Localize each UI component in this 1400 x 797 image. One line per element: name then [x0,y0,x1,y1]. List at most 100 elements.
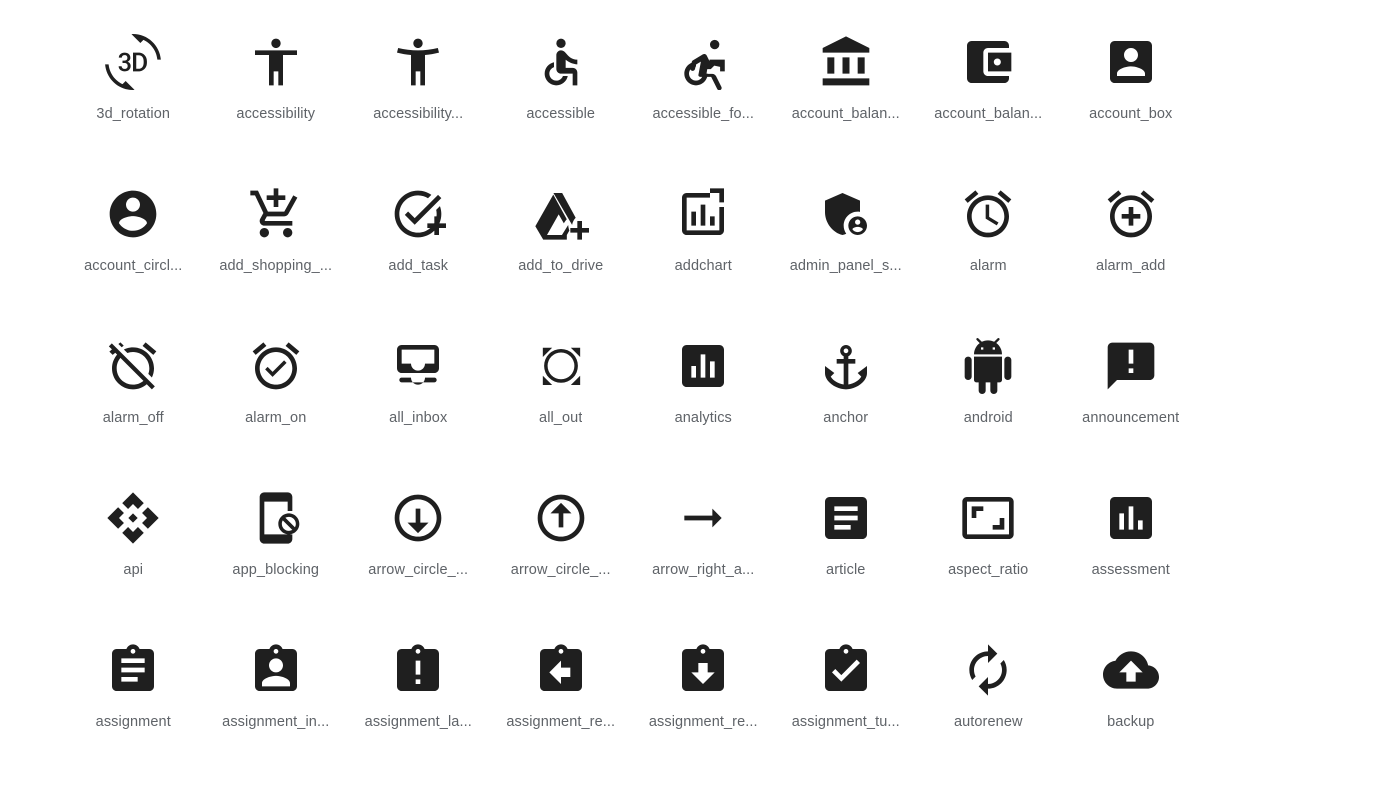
aspect-ratio-icon[interactable] [960,490,1016,546]
icon-cell[interactable]: account_balan... [775,34,918,186]
icon-cell[interactable]: alarm_off [62,338,205,490]
icon-label: autorenew [953,714,1023,730]
admin-panel-settings-icon[interactable] [818,186,874,242]
icon-cell[interactable]: aspect_ratio [917,490,1060,642]
icon-cell[interactable]: assessment [1060,490,1203,642]
icon-cell[interactable]: alarm_add [1060,186,1203,338]
icon-cell[interactable]: add_to_drive [490,186,633,338]
icon-label: anchor [823,410,869,426]
icon-label: all_out [539,410,583,426]
icon-cell[interactable]: account_circl... [62,186,205,338]
arrow-circle-down-icon[interactable] [390,490,446,546]
alarm-add-icon[interactable] [1103,186,1159,242]
icon-label: api [123,562,144,578]
icon-label: accessibility... [373,106,464,122]
icon-cell[interactable]: add_task [347,186,490,338]
assignment-turned-in-icon[interactable] [818,642,874,698]
android-icon[interactable] [960,338,1016,394]
icon-cell[interactable]: alarm_on [205,338,348,490]
icon-label: arrow_circle_... [510,562,611,578]
icon-label: arrow_circle_... [368,562,469,578]
icon-cell[interactable]: assignment_re... [632,642,775,794]
add-shopping-cart-icon[interactable] [248,186,304,242]
icon-cell[interactable]: arrow_circle_... [347,490,490,642]
icon-cell[interactable]: article [775,490,918,642]
icon-cell[interactable]: assignment [62,642,205,794]
all-inbox-icon[interactable] [390,338,446,394]
icon-cell[interactable]: assignment_in... [205,642,348,794]
assignment-return-icon[interactable] [533,642,589,698]
all-out-icon[interactable] [533,338,589,394]
icon-label: analytics [674,410,732,426]
accessibility-icon[interactable] [248,34,304,90]
icon-cell[interactable]: analytics [632,338,775,490]
3d-rotation-icon[interactable] [105,34,161,90]
arrow-circle-up-icon[interactable] [533,490,589,546]
icon-cell[interactable]: api [62,490,205,642]
icon-label: android [963,410,1013,426]
icon-cell[interactable]: announcement [1060,338,1203,490]
announcement-icon[interactable] [1103,338,1159,394]
icon-cell[interactable]: all_inbox [347,338,490,490]
icon-label: account_circl... [84,258,183,274]
assignment-returned-icon[interactable] [675,642,731,698]
account-balance-icon[interactable] [818,34,874,90]
app-blocking-icon[interactable] [248,490,304,546]
icon-cell[interactable]: account_box [1060,34,1203,186]
icon-cell[interactable]: app_blocking [205,490,348,642]
icon-cell[interactable]: admin_panel_s... [775,186,918,338]
icon-label: backup [1107,714,1155,730]
icon-label: add_task [388,258,449,274]
alarm-on-icon[interactable] [248,338,304,394]
icon-cell[interactable]: addchart [632,186,775,338]
assignment-ind-icon[interactable] [248,642,304,698]
icon-cell[interactable]: accessibility [205,34,348,186]
icon-cell[interactable]: all_out [490,338,633,490]
icon-cell[interactable]: android [917,338,1060,490]
icon-label: assignment_re... [648,714,758,730]
icon-label: addchart [674,258,732,274]
icon-cell[interactable]: account_balan... [917,34,1060,186]
icon-cell[interactable]: backup [1060,642,1203,794]
icon-cell[interactable]: arrow_circle_... [490,490,633,642]
article-icon[interactable] [818,490,874,546]
add-task-icon[interactable] [390,186,446,242]
assignment-late-icon[interactable] [390,642,446,698]
add-to-drive-icon[interactable] [533,186,589,242]
icon-cell[interactable]: assignment_tu... [775,642,918,794]
anchor-icon[interactable] [818,338,874,394]
analytics-icon[interactable] [675,338,731,394]
icon-cell[interactable]: add_shopping_... [205,186,348,338]
account-balance-wallet-icon[interactable] [960,34,1016,90]
addchart-icon[interactable] [675,186,731,242]
autorenew-icon[interactable] [960,642,1016,698]
icon-cell[interactable]: alarm [917,186,1060,338]
alarm-icon[interactable] [960,186,1016,242]
accessible-forward-icon[interactable] [675,34,731,90]
icon-label: accessibility [236,106,316,122]
assignment-icon[interactable] [105,642,161,698]
assessment-icon[interactable] [1103,490,1159,546]
api-icon[interactable] [105,490,161,546]
icon-cell[interactable]: arrow_right_a... [632,490,775,642]
accessibility-new-icon[interactable] [390,34,446,90]
icon-cell[interactable]: autorenew [917,642,1060,794]
accessible-icon[interactable] [533,34,589,90]
icon-label: assignment_in... [222,714,330,730]
icon-label: accessible_fo... [652,106,755,122]
icon-cell[interactable]: anchor [775,338,918,490]
arrow-right-alt-icon[interactable] [675,490,731,546]
icon-cell[interactable]: accessibility... [347,34,490,186]
icon-label: accessible [526,106,596,122]
icon-cell[interactable]: accessible [490,34,633,186]
alarm-off-icon[interactable] [105,338,161,394]
account-box-icon[interactable] [1103,34,1159,90]
icon-cell[interactable]: assignment_re... [490,642,633,794]
icon-cell[interactable]: 3d_rotation [62,34,205,186]
icon-label: article [826,562,866,578]
icon-gallery-grid: 3d_rotation accessibility accessibility...… [0,0,1400,794]
icon-cell[interactable]: accessible_fo... [632,34,775,186]
backup-icon[interactable] [1103,642,1159,698]
icon-cell[interactable]: assignment_la... [347,642,490,794]
account-circle-icon[interactable] [105,186,161,242]
